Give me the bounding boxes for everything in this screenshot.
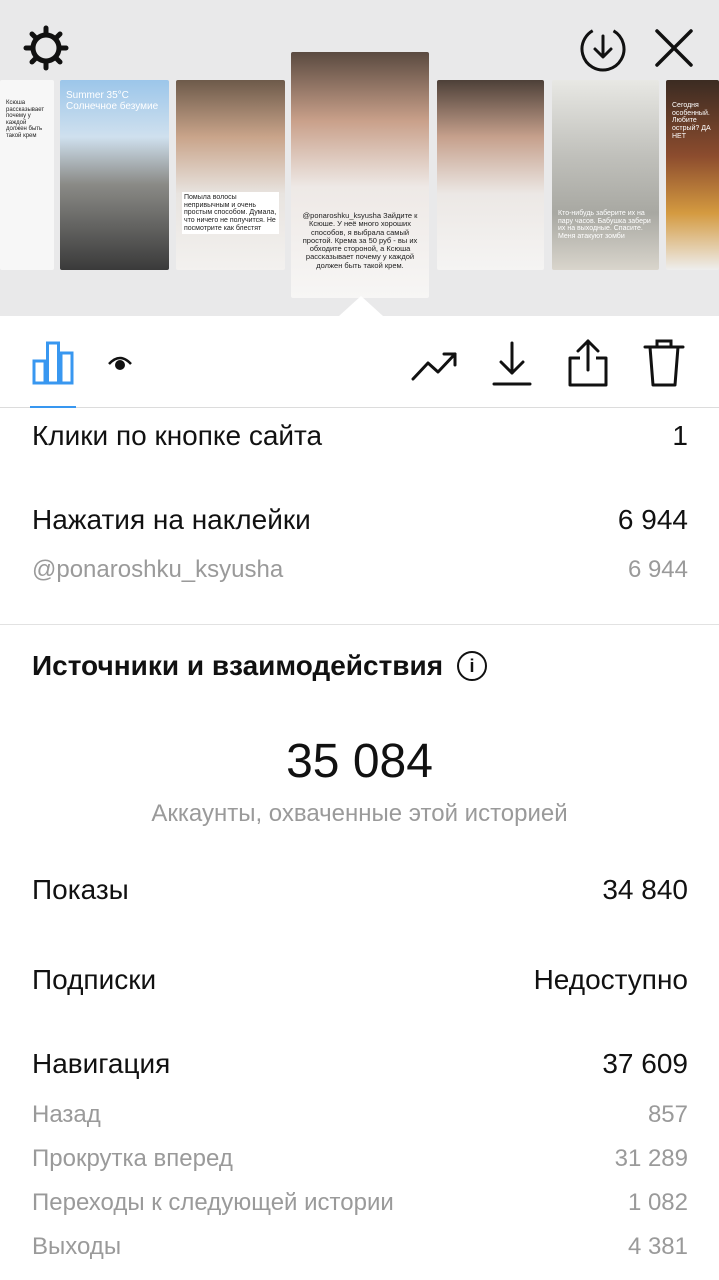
section-title: Источники и взаимодействия i [32, 650, 488, 682]
selected-story-pointer [339, 296, 383, 316]
forward-label: Прокрутка вперед [32, 1145, 233, 1172]
story-thumbnail[interactable]: Сегодня особенный. Любите острый? ДА НЕТ [666, 80, 719, 270]
active-tab-indicator [30, 406, 76, 408]
story-thumbnail-selected[interactable]: @ponaroshku_ksyusha Зайдите к Ксюше. У н… [291, 52, 429, 298]
trending-up-icon[interactable] [410, 346, 460, 386]
exits-value: 4 381 [627, 1233, 688, 1260]
next-story-label: Переходы к следующей истории [32, 1189, 394, 1216]
action-bar [0, 316, 719, 408]
eye-icon[interactable] [104, 348, 136, 376]
back-value: 857 [647, 1101, 688, 1128]
follows-label: Подписки [32, 964, 157, 995]
story-thumbnail[interactable]: Summer 35°C Солнечное безумие [60, 80, 169, 270]
sticker-handle-row: @ponaroshku_ksyusha 6 944 [32, 556, 688, 584]
story-thumbnail[interactable] [437, 80, 544, 270]
story-thumbnail[interactable]: Ксюша рассказывает почему у каждой долже… [0, 80, 54, 270]
section-divider [0, 624, 719, 625]
download-icon[interactable] [490, 340, 534, 388]
exits-label: Выходы [32, 1233, 122, 1260]
info-icon[interactable]: i [457, 651, 488, 681]
bar-chart-icon[interactable] [30, 338, 76, 386]
reach-value: 35 084 [286, 735, 433, 788]
back-label: Назад [32, 1101, 101, 1128]
website-clicks-label: Клики по кнопке сайта [32, 420, 323, 451]
impressions-row: Показы 34 840 [32, 874, 688, 906]
sticker-taps-row: Нажатия на наклейки 6 944 [32, 504, 688, 536]
story-insights-screen: Ксюша рассказывает почему у каждой долже… [0, 0, 719, 1280]
sticker-handle-label: @ponaroshku_ksyusha [32, 556, 284, 583]
story-thumbnail[interactable]: Помыла волосы непривычным и очень просты… [176, 80, 285, 270]
sticker-taps-label: Нажатия на наклейки [32, 504, 311, 535]
navigation-row: Навигация 37 609 [32, 1048, 688, 1080]
follows-row: Подписки Недоступно [32, 964, 688, 996]
story-strip: Ксюша рассказывает почему у каждой долже… [0, 0, 719, 316]
back-row: Назад 857 [32, 1101, 688, 1129]
website-clicks-row: Клики по кнопке сайта 1 [32, 420, 688, 452]
close-icon[interactable] [650, 24, 698, 72]
trash-icon[interactable] [642, 338, 686, 388]
navigation-value: 37 609 [602, 1048, 688, 1079]
navigation-label: Навигация [32, 1048, 171, 1079]
next-story-row: Переходы к следующей истории 1 082 [32, 1189, 688, 1217]
impressions-value: 34 840 [602, 874, 688, 905]
exits-row: Выходы 4 381 [32, 1233, 688, 1261]
sticker-handle-value: 6 944 [627, 556, 688, 583]
website-clicks-value: 1 [672, 420, 688, 451]
impressions-label: Показы [32, 874, 129, 905]
forward-row: Прокрутка вперед 31 289 [32, 1145, 688, 1173]
gear-icon[interactable] [22, 24, 70, 72]
download-circle-icon[interactable] [578, 24, 628, 74]
reach-label: Аккаунты, охваченные этой историей [151, 800, 568, 827]
sticker-taps-value: 6 944 [617, 504, 688, 535]
follows-value: Недоступно [533, 964, 688, 995]
insights-panel: Клики по кнопке сайта 1 Нажатия на накле… [0, 316, 719, 1280]
forward-value: 31 289 [614, 1145, 688, 1172]
share-icon[interactable] [566, 338, 610, 388]
story-thumbnail[interactable]: Кто-нибудь заберите их на пару часов. Ба… [552, 80, 659, 270]
next-story-value: 1 082 [627, 1189, 688, 1216]
